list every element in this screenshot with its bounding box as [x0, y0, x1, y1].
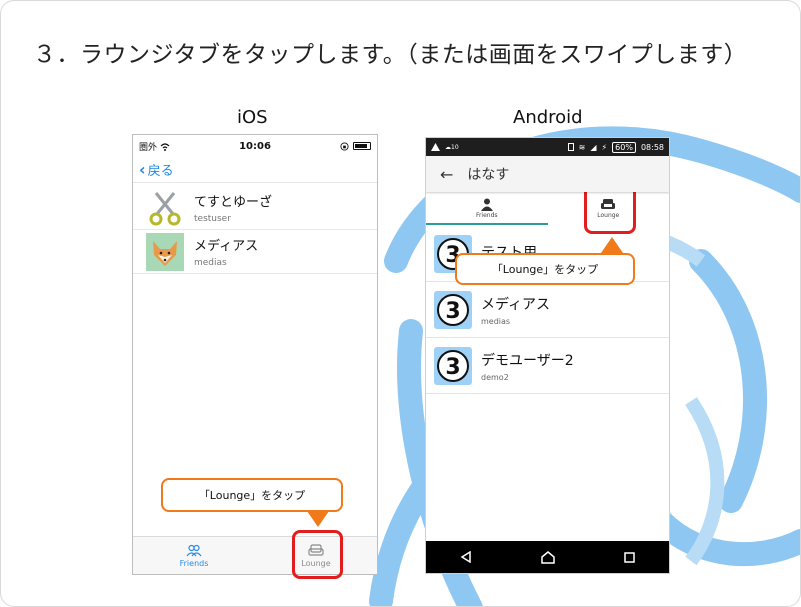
user-name: メディアス: [481, 296, 551, 313]
tab-friends-label: Friends: [475, 212, 498, 219]
fox-icon: [146, 232, 184, 271]
chevron-left-icon: ‹: [139, 160, 146, 179]
user-id: testuser: [194, 214, 231, 224]
svg-text:3: 3: [445, 299, 460, 324]
person-icon: [480, 198, 493, 211]
battery-icon: [353, 142, 371, 150]
back-button[interactable]: ‹ 戻る: [139, 160, 174, 179]
callout-arrow: [601, 237, 623, 253]
user-info: てすとゆーざ testuser: [194, 191, 272, 224]
back-label: 戻る: [147, 164, 174, 179]
scissors-icon: [149, 191, 181, 225]
ios-nav-bar: ‹ 戻る: [133, 157, 377, 183]
android-status-bar: ☁10 ≋ ◢ ⚡ 60% 08:58: [426, 138, 669, 156]
ios-clock: 10:06: [239, 140, 271, 152]
svg-text:3: 3: [445, 355, 460, 380]
wifi-icon: ≋: [578, 142, 586, 152]
ios-label: iOS: [237, 107, 268, 128]
notification-icon: ☁10: [445, 143, 459, 151]
back-triangle-icon[interactable]: [460, 551, 472, 563]
user-name: メディアス: [194, 239, 259, 254]
list-item[interactable]: 3 メディアス medias: [426, 282, 669, 338]
page-title: ３．ラウンジタブをタップします。（または画面をスワイプします）: [33, 42, 748, 68]
number-three-icon: 3: [434, 346, 472, 385]
ios-user-list: てすとゆーざ testuser メディアス medias: [133, 186, 377, 274]
battery-percent: 60%: [612, 141, 636, 153]
android-clock: 08:58: [640, 142, 664, 152]
list-item[interactable]: メディアス medias: [133, 230, 377, 274]
callout-text: 「Lounge」をタップ: [491, 263, 599, 276]
sim-icon: [567, 143, 574, 151]
background-decoration: [369, 126, 800, 606]
user-info: メディアス medias: [194, 235, 258, 268]
tab-friends[interactable]: Friends: [133, 537, 255, 574]
recents-icon[interactable]: [623, 551, 635, 563]
android-user-list: 3 テスト用 3 メディアス medias 3 デモユーザー2 demo2: [426, 226, 669, 394]
lounge-highlight: [292, 530, 343, 579]
signal-icon: ◢: [590, 142, 597, 152]
callout-arrow: [307, 511, 329, 527]
notification-count: 10: [451, 143, 459, 151]
warning-icon: [431, 143, 440, 151]
back-arrow-icon[interactable]: ←: [440, 165, 453, 184]
charging-icon: ⚡: [601, 142, 608, 152]
home-icon[interactable]: [541, 550, 555, 564]
tab-friends-label: Friends: [179, 558, 209, 568]
tab-friends[interactable]: Friends: [426, 192, 548, 225]
android-nav-bar: [426, 541, 669, 573]
tab-indicator: [426, 223, 548, 225]
user-name: デモユーザー2: [481, 352, 574, 369]
android-tap-callout: 「Lounge」をタップ: [455, 253, 635, 285]
number-three-icon: 3: [434, 290, 472, 329]
slide: ３．ラウンジタブをタップします。（または画面をスワイプします） iOS Andr…: [0, 0, 801, 607]
user-id: medias: [481, 316, 511, 326]
people-icon: [186, 544, 202, 556]
android-label: Android: [513, 107, 583, 128]
user-info: メディアス medias: [481, 294, 550, 326]
status-right: ≋ ◢ ⚡ 60% 08:58: [567, 141, 664, 153]
toolbar-title: はなす: [467, 167, 510, 183]
list-item[interactable]: てすとゆーざ testuser: [133, 186, 377, 230]
callout-text: 「Lounge」をタップ: [198, 489, 306, 502]
status-left: ☁10: [431, 143, 459, 151]
ios-status-bar: 圏外 10:06: [133, 135, 377, 157]
user-info: デモユーザー2 demo2: [481, 350, 574, 382]
user-id: demo2: [481, 372, 509, 382]
android-toolbar: ← はなす: [426, 156, 669, 192]
list-item[interactable]: 3 デモユーザー2 demo2: [426, 338, 669, 394]
user-name: てすとゆーざ: [194, 195, 273, 210]
ios-tap-callout: 「Lounge」をタップ: [161, 478, 343, 512]
user-id: medias: [194, 258, 227, 268]
